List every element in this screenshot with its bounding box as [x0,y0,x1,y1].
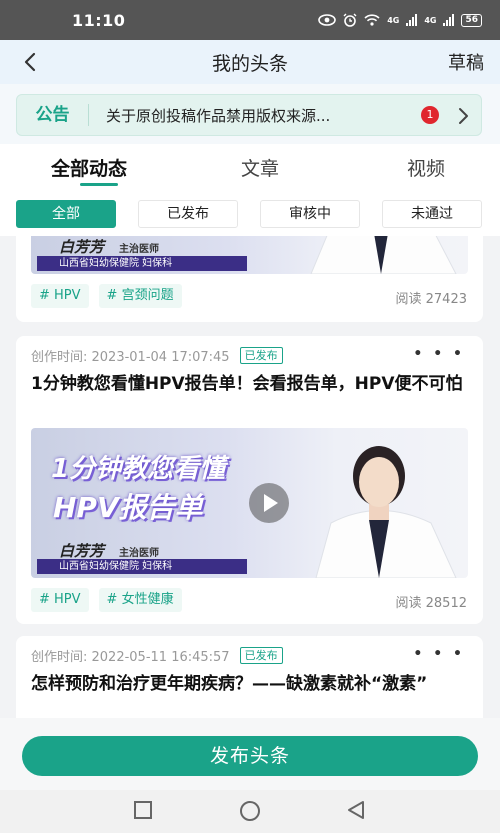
doctor-photo [315,446,457,578]
tab-videos[interactable]: 视频 [407,154,445,181]
status-bar: 11:10 4G 4G 56 [0,0,500,40]
post-card[interactable]: 创作时间: 2022-05-11 16:45:57 已发布 • • • 怎样预防… [16,636,483,718]
notice-section: 公告 关于原创投稿作品禁用版权来源... 1 [0,84,500,144]
signal-icon-2 [443,14,455,26]
wifi-icon [364,14,380,26]
thumbnail-title-line1: 1分钟教您看懂 [51,454,226,484]
app-bar: 我的头条 草稿 [0,40,500,84]
triangle-back-icon [348,801,364,819]
status-time: 11:10 [72,10,126,30]
notice-tag: 公告 [17,104,89,126]
chevron-left-icon [24,52,36,72]
doctor-role: 主治医师 [119,548,159,559]
hospital-label: 山西省妇幼保健院 妇保科 [37,256,247,271]
tab-all-activity[interactable]: 全部动态 [51,154,127,181]
system-nav-bar [0,790,500,833]
status-badge: 已发布 [239,347,283,364]
circle-icon [240,801,260,821]
notice-text: 关于原创投稿作品禁用版权来源... [106,106,331,125]
signal-icon [406,14,418,26]
network-label: 4G [387,15,400,25]
alarm-icon [343,13,357,27]
post-meta: 创作时间: 2022-05-11 16:45:57 已发布 [31,646,283,665]
post-card[interactable]: 白芳芳 主治医师 山西省妇幼保健院 妇保科 # HPV # 宫颈问题 阅读 27… [16,236,483,322]
created-time: 创作时间: 2022-05-11 16:45:57 [31,650,230,665]
hospital-label: 山西省妇幼保健院 妇保科 [37,559,247,574]
tag-chip[interactable]: # HPV [31,284,89,308]
drafts-button[interactable]: 草稿 [448,49,484,75]
home-button[interactable] [239,800,261,826]
read-count: 阅读 27423 [395,292,468,307]
post-meta: 创作时间: 2023-01-04 17:07:45 已发布 [31,346,283,365]
content-tabs: 全部动态 文章 视频 [0,144,500,192]
more-options-button[interactable]: • • • [413,346,465,362]
post-tags: # HPV # 宫颈问题 [31,284,182,308]
network-label-2: 4G [424,15,437,25]
post-tags: # HPV # 女性健康 [31,588,182,612]
filter-reviewing[interactable]: 审核中 [260,200,360,228]
notice-badge: 1 [421,106,439,124]
post-title[interactable]: 1分钟教您看懂HPV报告单！会看报告单，HPV便不可怕 [31,372,471,396]
tag-chip[interactable]: # HPV [31,588,89,612]
square-icon [134,801,152,819]
publish-area: 发布头条 [0,718,500,790]
battery-icon: 56 [461,13,482,27]
post-thumbnail[interactable]: 白芳芳 主治医师 山西省妇幼保健院 妇保科 [31,236,468,274]
status-icons: 4G 4G 56 [318,13,482,27]
created-time: 创作时间: 2023-01-04 17:07:45 [31,350,230,365]
status-filters: 全部 已发布 审核中 未通过 [0,192,500,236]
doctor-role: 主治医师 [119,244,159,255]
page-title: 我的头条 [211,52,288,75]
tab-indicator [80,183,118,186]
play-icon[interactable] [249,483,289,523]
post-card[interactable]: 创作时间: 2023-01-04 17:07:45 已发布 • • • 1分钟教… [16,336,483,624]
doctor-photo [310,236,457,274]
back-button[interactable] [0,40,60,84]
doctor-name: 白芳芳 [59,238,105,256]
tab-articles[interactable]: 文章 [241,154,279,181]
eye-icon [318,14,336,26]
tag-chip[interactable]: # 女性健康 [98,588,182,612]
publish-button[interactable]: 发布头条 [22,736,478,776]
recent-apps-button[interactable] [133,800,153,824]
read-count: 阅读 28512 [395,596,468,611]
filter-published[interactable]: 已发布 [138,200,238,228]
post-thumbnail[interactable]: 1分钟教您看懂 HPV报告单 白芳芳 主治医师 山西省妇幼保健院 妇保科 [31,428,468,578]
thumbnail-title-line2: HPV报告单 [53,491,203,524]
post-feed[interactable]: 白芳芳 主治医师 山西省妇幼保健院 妇保科 # HPV # 宫颈问题 阅读 27… [0,236,500,718]
back-nav-button[interactable] [346,800,366,824]
status-badge: 已发布 [239,647,283,664]
chevron-right-icon [459,108,468,124]
notice-banner[interactable]: 公告 关于原创投稿作品禁用版权来源... 1 [16,94,482,136]
post-title[interactable]: 怎样预防和治疗更年期疾病？——缺激素就补“激素” [31,672,471,696]
tag-chip[interactable]: # 宫颈问题 [98,284,182,308]
filter-rejected[interactable]: 未通过 [382,200,482,228]
filter-all[interactable]: 全部 [16,200,116,228]
doctor-name: 白芳芳 [59,542,105,560]
more-options-button[interactable]: • • • [413,646,465,662]
